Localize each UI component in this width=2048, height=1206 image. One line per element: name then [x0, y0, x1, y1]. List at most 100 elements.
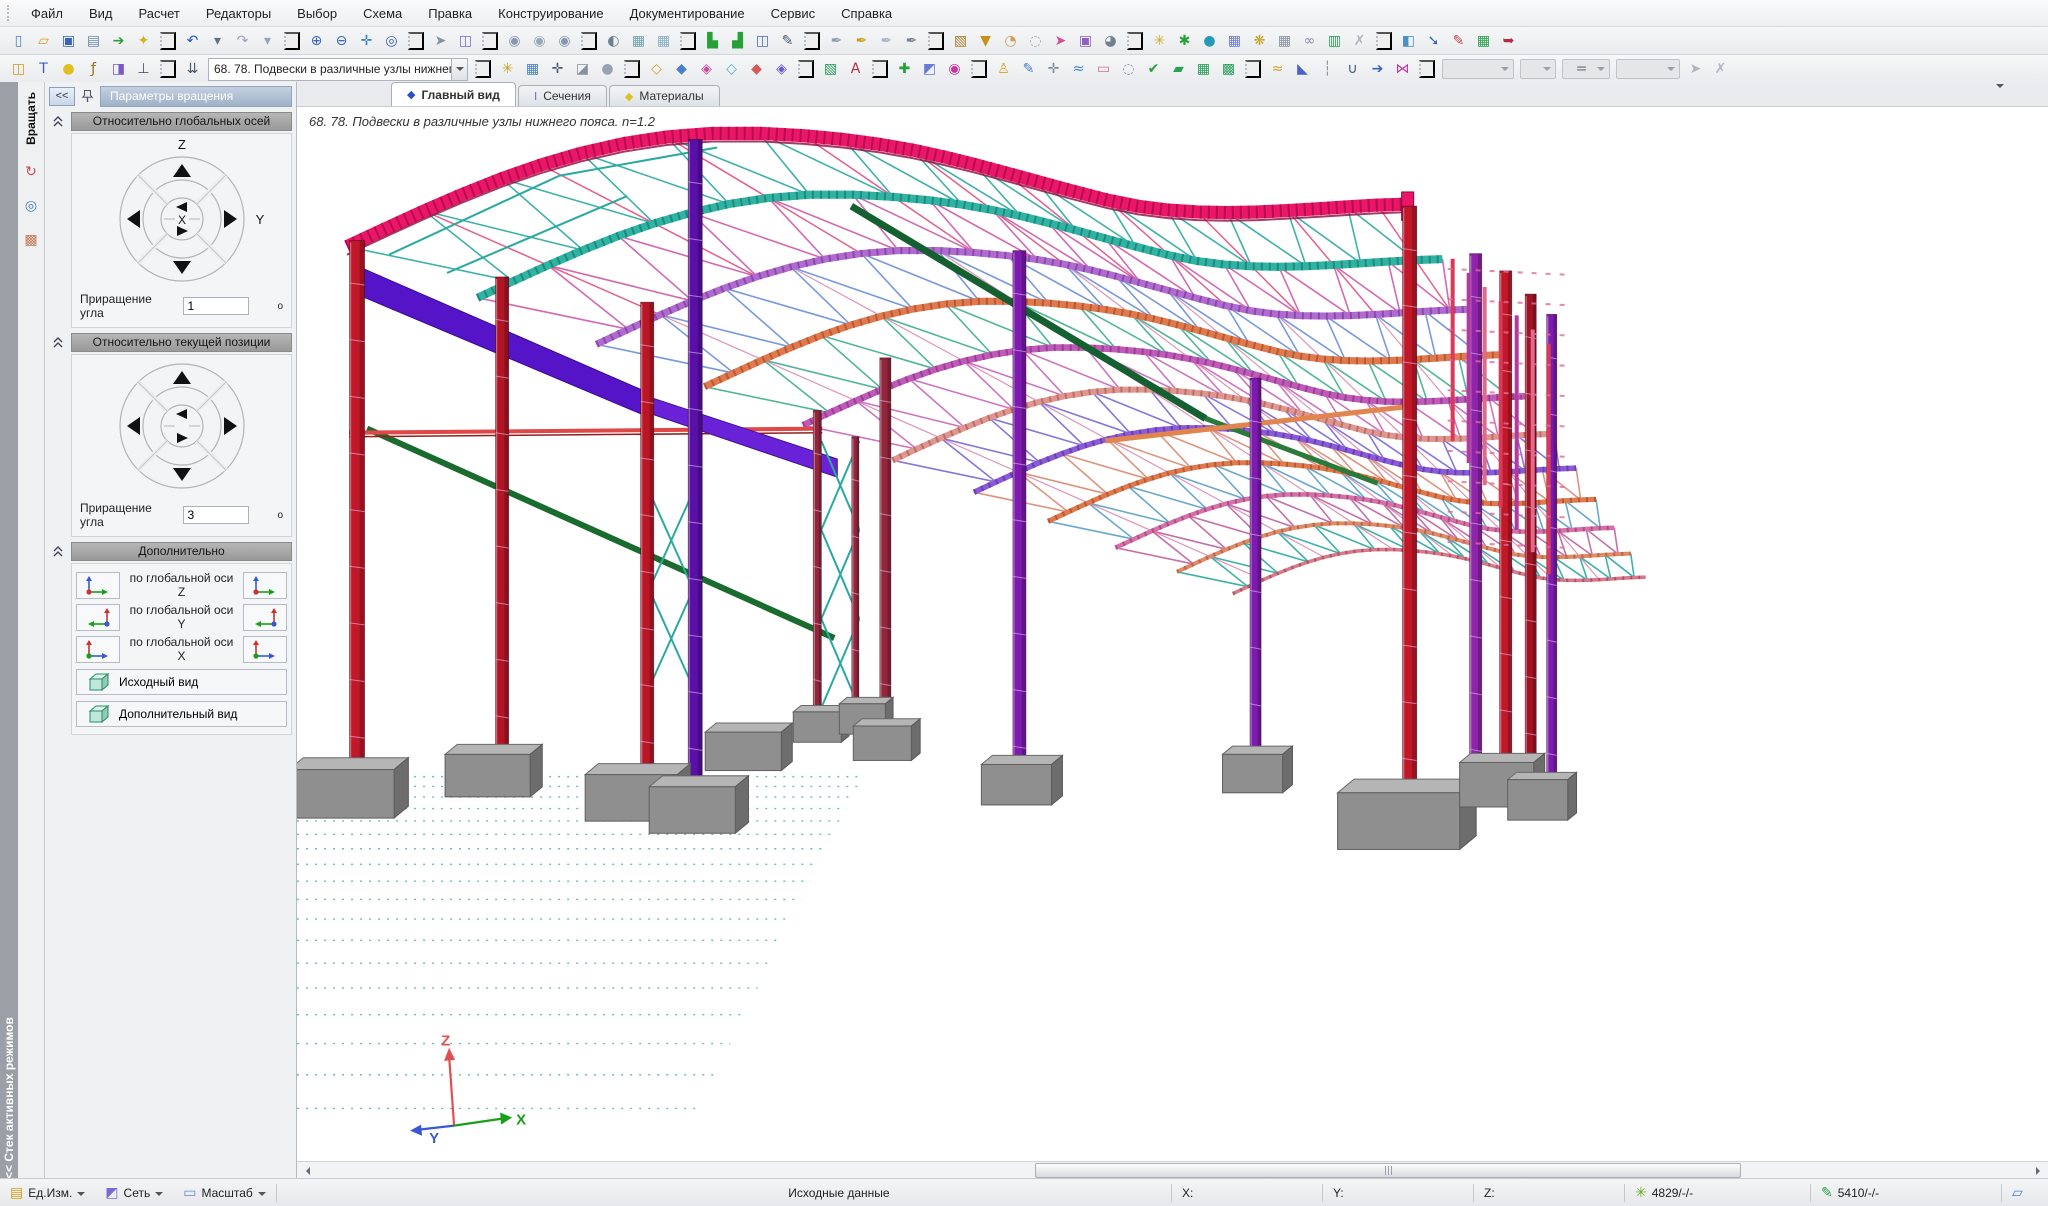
plate-green-icon[interactable]: ▰: [1166, 57, 1191, 81]
mini-dropdown[interactable]: [1520, 59, 1556, 79]
disc-yellow-icon[interactable]: ●: [56, 57, 81, 81]
sun-window-icon[interactable]: ❋: [1247, 29, 1272, 53]
menu-file[interactable]: Файл: [18, 2, 76, 25]
table-grid-icon[interactable]: ▦: [1272, 29, 1297, 53]
pencil-circle-icon[interactable]: ✎: [1016, 57, 1041, 81]
menu-documentation[interactable]: Документирование: [617, 2, 758, 25]
fragment-save-icon[interactable]: ▦: [626, 29, 651, 53]
delete-mode-icon[interactable]: ✗: [1347, 29, 1372, 53]
menu-help[interactable]: Справка: [828, 2, 905, 25]
feather-gold-icon[interactable]: ✒: [849, 29, 874, 53]
collapse-section-icon[interactable]: [49, 544, 67, 560]
open-project-icon[interactable]: ▱: [31, 29, 56, 53]
new-calc-doc-icon[interactable]: ✱: [1172, 29, 1197, 53]
surface-green-icon[interactable]: ▩: [1216, 57, 1241, 81]
fragment-restore-icon[interactable]: ▦: [651, 29, 676, 53]
redo-icon[interactable]: ↷: [230, 29, 255, 53]
close-box-disabled-icon[interactable]: ✗: [1708, 57, 1733, 81]
project-manager-icon[interactable]: ✦: [131, 29, 156, 53]
pointer-node-icon[interactable]: ▣: [1073, 29, 1098, 53]
calculator-icon[interactable]: ▦: [1222, 29, 1247, 53]
active-modes-stack-strip[interactable]: << Стек активных режимов: [0, 82, 18, 1179]
display-filter-dropdown[interactable]: [1442, 59, 1514, 79]
markers-icon[interactable]: ✎: [1446, 29, 1471, 53]
formula-icon[interactable]: ƒ: [81, 57, 106, 81]
redo-history-dropdown[interactable]: ▾: [255, 29, 280, 53]
menu-edit[interactable]: Правка: [415, 2, 485, 25]
scale-button[interactable]: ▭ Масштаб: [173, 1179, 276, 1206]
loads-arrows-icon[interactable]: ⇊: [180, 57, 205, 81]
filter-funnel-icon[interactable]: ▼: [973, 29, 998, 53]
invert-visibility-eye-icon[interactable]: ◉: [552, 29, 577, 53]
rotate-axis-left-button[interactable]: [76, 572, 120, 599]
increment-input-current[interactable]: [183, 506, 249, 524]
new-window-icon[interactable]: ◫: [6, 57, 31, 81]
frame-view-icon[interactable]: ◫: [750, 29, 775, 53]
menu-selection[interactable]: Выбор: [284, 2, 350, 25]
rotate-axis-right-button[interactable]: [243, 604, 287, 631]
sketch-curve-icon[interactable]: ∪: [1340, 57, 1365, 81]
fragment-tool-icon[interactable]: ▩: [20, 229, 42, 251]
tab-materials[interactable]: ◆ Материалы: [609, 85, 720, 106]
view-tool-icon[interactable]: ◎: [20, 195, 42, 217]
stamp-export-icon[interactable]: ➥: [1496, 29, 1521, 53]
tab-sections[interactable]: Ι Сечения: [518, 85, 607, 106]
save-icon[interactable]: ▣: [56, 29, 81, 53]
eraser-doc-icon[interactable]: ◩: [917, 57, 942, 81]
painted-box-icon[interactable]: ◨: [106, 57, 131, 81]
windows-mode-icon[interactable]: ◫: [453, 29, 478, 53]
group-add-icon[interactable]: ◈: [694, 57, 719, 81]
axes-origin-icon[interactable]: ✛: [545, 57, 570, 81]
pointer-select-icon[interactable]: ➤: [428, 29, 453, 53]
zigzag-yellow-icon[interactable]: ≈: [1265, 57, 1290, 81]
rotate-tool-icon[interactable]: ↻: [20, 161, 42, 183]
cube-paint-icon[interactable]: ◧: [1396, 29, 1421, 53]
undo-history-dropdown[interactable]: ▾: [205, 29, 230, 53]
add-mesh-icon[interactable]: ✚: [892, 57, 917, 81]
target-axis-icon[interactable]: ✛: [1041, 57, 1066, 81]
plate-window-icon[interactable]: ▦: [1191, 57, 1216, 81]
units-button[interactable]: ▤ Ед.Изм.: [0, 1179, 95, 1206]
net-button[interactable]: ◩ Сеть: [95, 1179, 173, 1206]
model-canvas[interactable]: 68. 78. Подвески в различные узлы нижнег…: [297, 107, 2048, 1161]
pan-view-icon[interactable]: ✛: [354, 29, 379, 53]
additional-view-button[interactable]: Дополнительный вид: [76, 701, 287, 727]
export-view-icon[interactable]: ➔: [1365, 57, 1390, 81]
pointer-disabled-icon[interactable]: ➤: [1683, 57, 1708, 81]
collapse-section-icon[interactable]: [49, 114, 67, 130]
tab-main-view[interactable]: ◆ Главный вид: [391, 82, 516, 106]
waves-up-icon[interactable]: ≈: [1066, 57, 1091, 81]
spiral-icon[interactable]: ∞: [1297, 29, 1322, 53]
menu-service[interactable]: Сервис: [758, 2, 829, 25]
zoom-in-icon[interactable]: ⊕: [304, 29, 329, 53]
sphere-gray-icon[interactable]: ●: [595, 57, 620, 81]
global-rotation-dial[interactable]: ZYX: [72, 137, 292, 287]
feather-dark-icon[interactable]: ✒: [899, 29, 924, 53]
rotate-axis-left-button[interactable]: [76, 604, 120, 631]
new-scheme-icon[interactable]: ▯: [6, 29, 31, 53]
font-label-icon[interactable]: А: [843, 57, 868, 81]
loadcase-combo[interactable]: 68. 78. Подвески в различные узлы нижнег…: [208, 58, 468, 81]
group-paste-icon[interactable]: ◈: [769, 57, 794, 81]
rotate-axis-right-button[interactable]: [243, 636, 287, 663]
boxes-3d-icon[interactable]: ▧: [818, 57, 843, 81]
building-model-icon[interactable]: ▥: [1322, 29, 1347, 53]
scrollbar-track[interactable]: [314, 1162, 2031, 1179]
group-move-icon[interactable]: ◇: [719, 57, 744, 81]
tab-list-dropdown[interactable]: [1992, 88, 2008, 102]
mesh-green-icon[interactable]: ▦: [1471, 29, 1496, 53]
import-dwg-icon[interactable]: ➘: [1421, 29, 1446, 53]
scale-dropdown[interactable]: [1616, 59, 1680, 79]
menu-design[interactable]: Конструирование: [485, 2, 616, 25]
group-up-icon[interactable]: ◆: [669, 57, 694, 81]
pin-icon[interactable]: [81, 89, 94, 103]
grab-hand-icon[interactable]: ◔: [998, 29, 1023, 53]
feather-light-icon[interactable]: ✒: [874, 29, 899, 53]
loadcase-combo-dropdown[interactable]: [451, 59, 467, 80]
dashed-target-icon[interactable]: ◌: [1116, 57, 1141, 81]
plumb-icon[interactable]: ⊥: [131, 57, 156, 81]
corner-blue-icon[interactable]: ◣: [1290, 57, 1315, 81]
rotate-axis-right-button[interactable]: [243, 572, 287, 599]
horizontal-scrollbar[interactable]: [297, 1161, 2048, 1179]
overlap-circles-icon[interactable]: ◉: [942, 57, 967, 81]
